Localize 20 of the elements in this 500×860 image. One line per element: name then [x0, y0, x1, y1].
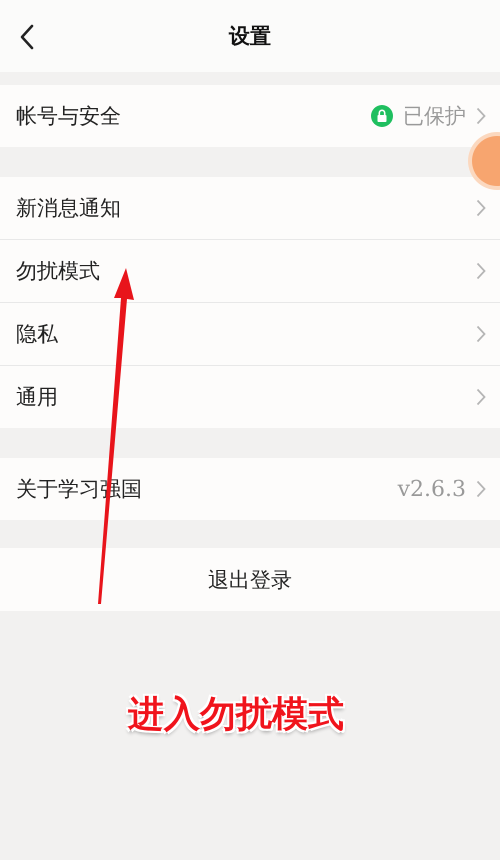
settings-row[interactable]: 帐号与安全 已保护 [0, 85, 500, 147]
chevron-icon [476, 388, 486, 406]
logout-button[interactable]: 退出登录 [0, 548, 500, 611]
chevron-icon [476, 199, 486, 217]
annotation-caption: 进入勿扰模式 [128, 693, 344, 737]
status-text: 已保护 [403, 103, 466, 130]
row-label: 勿扰模式 [16, 258, 100, 285]
chevron-icon [476, 480, 486, 498]
lock-icon [371, 105, 393, 127]
row-label: 通用 [16, 384, 58, 411]
settings-row[interactable]: 通用 [0, 366, 500, 428]
row-label: 新消息通知 [16, 195, 121, 222]
version-text: v2.6.3 [398, 476, 466, 502]
back-icon[interactable] [20, 24, 34, 50]
chevron-icon [476, 325, 486, 343]
page-title: 设置 [229, 23, 271, 50]
chevron-icon [476, 107, 486, 125]
chevron-icon [476, 262, 486, 280]
row-label: 帐号与安全 [16, 103, 121, 130]
row-label: 隐私 [16, 321, 58, 348]
